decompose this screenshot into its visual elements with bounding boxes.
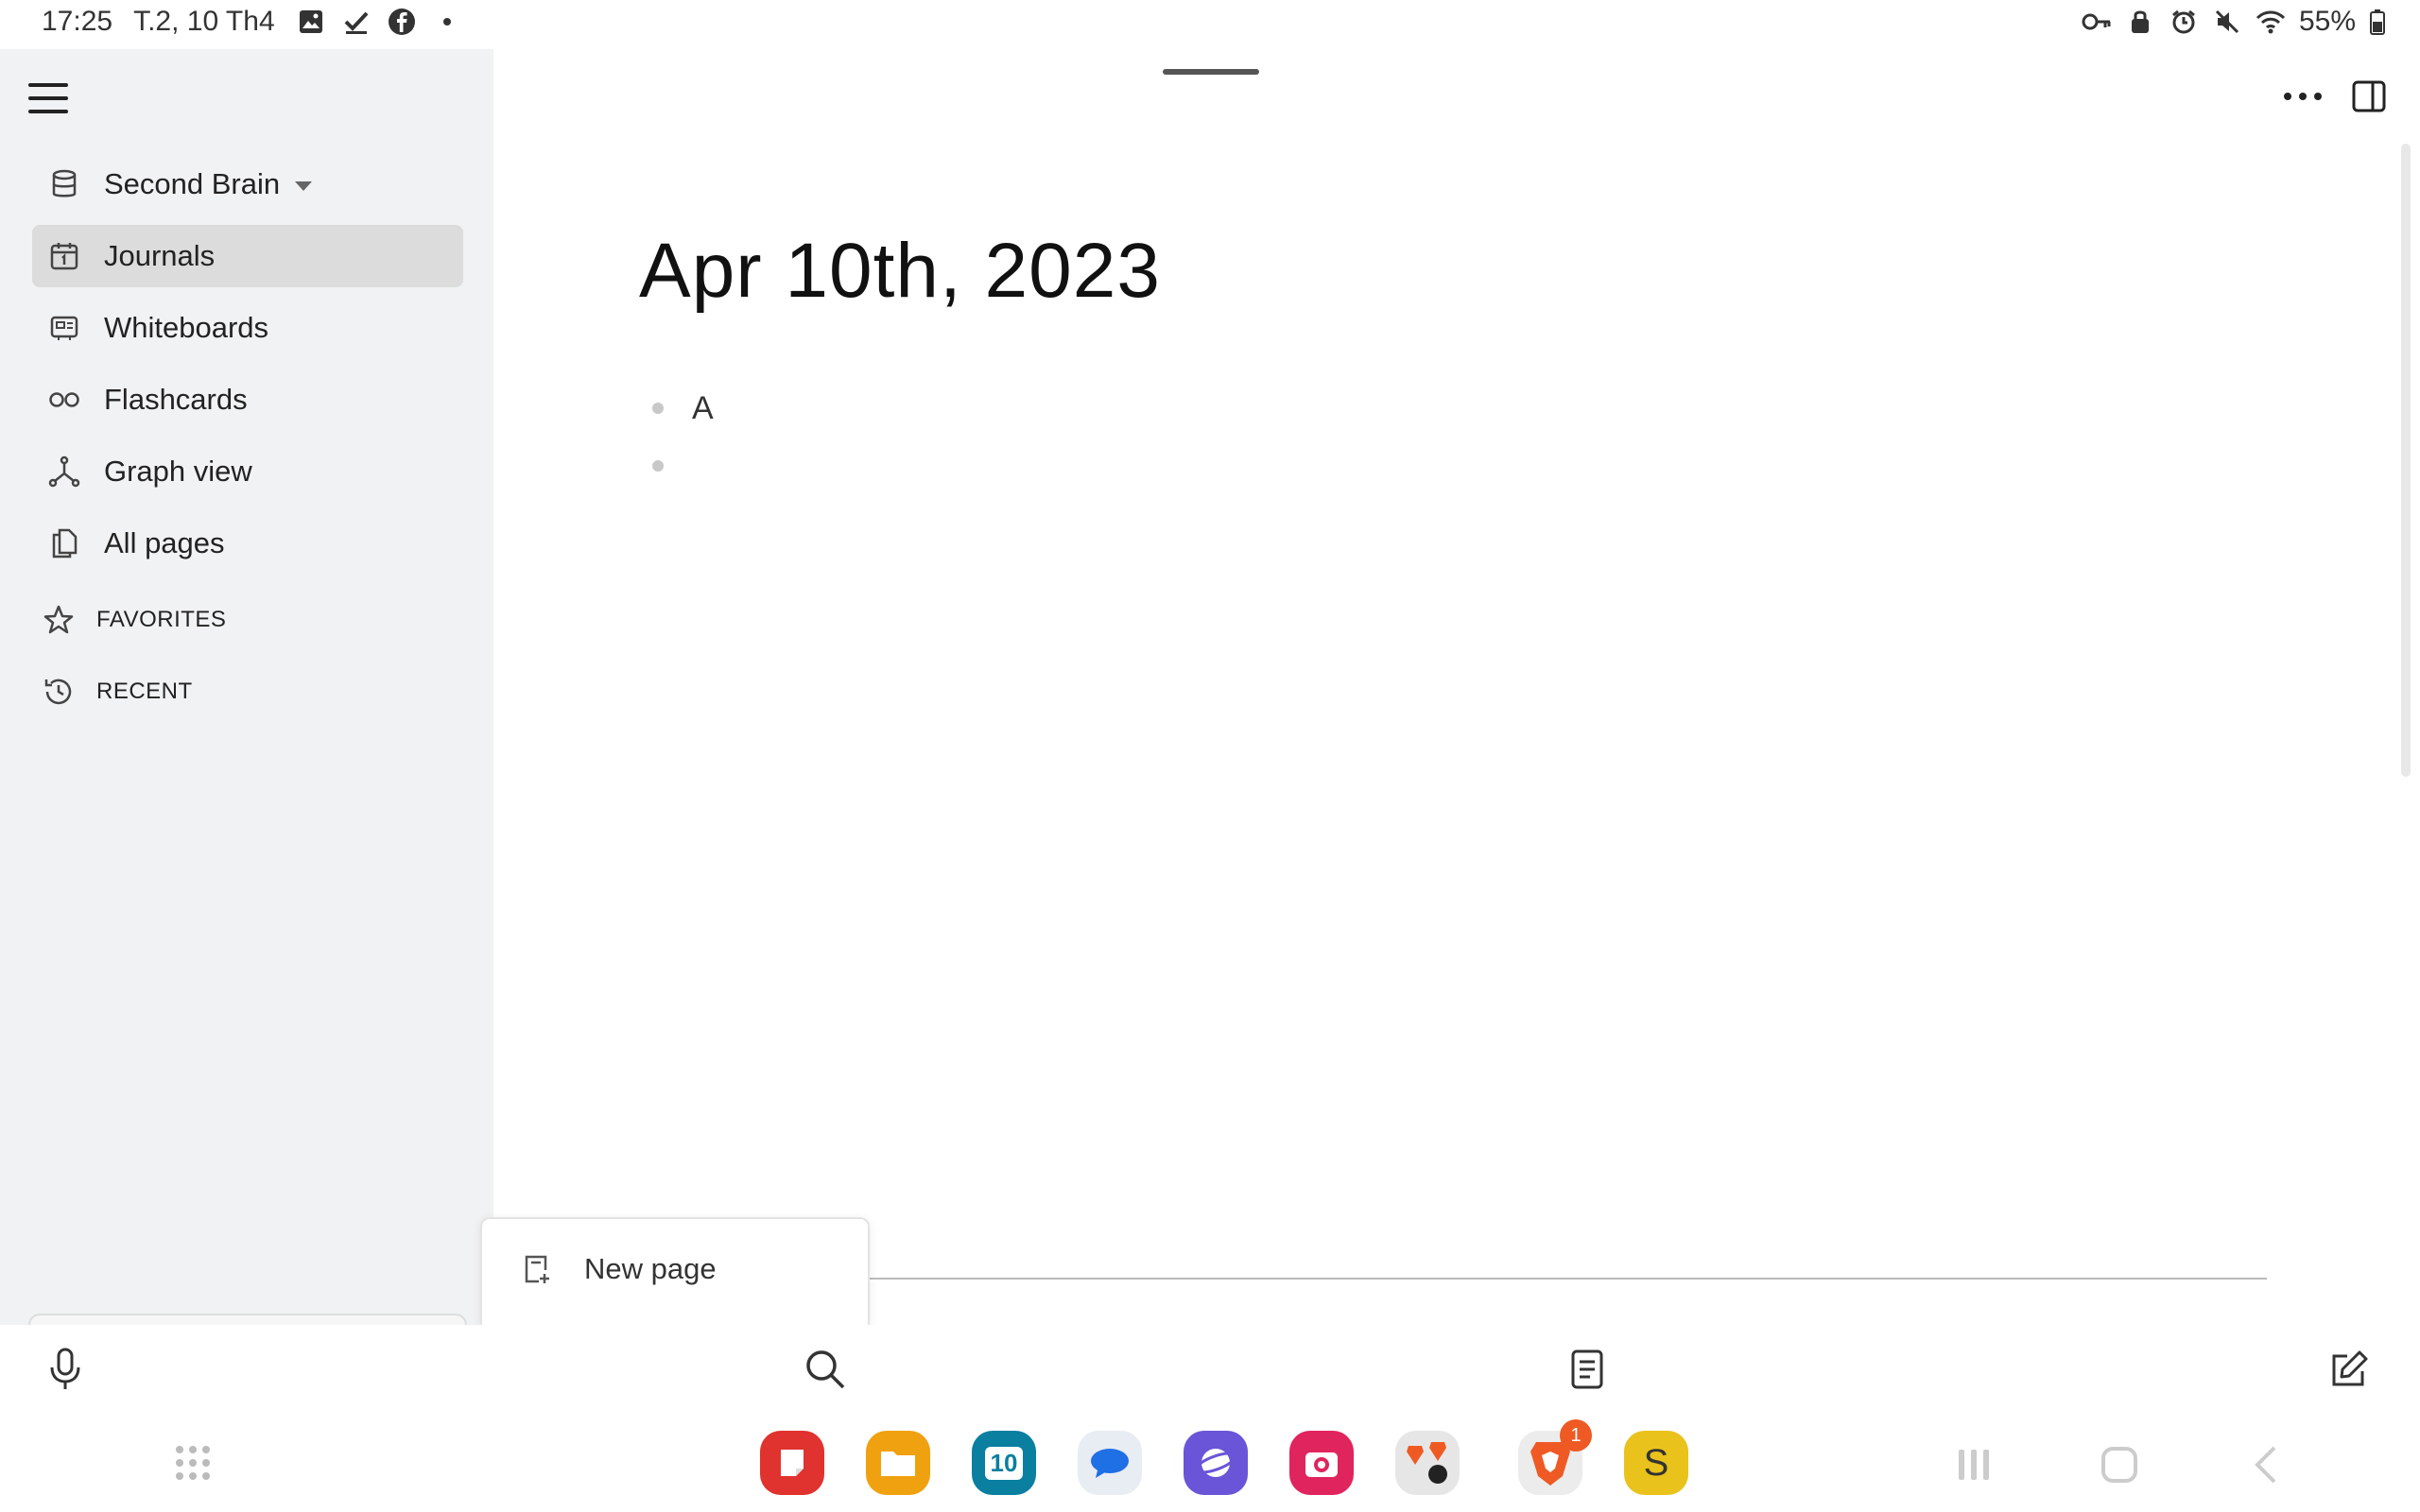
infinity-icon [47,383,81,417]
sidebar: Second Brain Journals Whiteboards Flashc… [0,49,493,1344]
sidebar-item-graph-view[interactable]: Graph view [32,440,463,503]
internet-app[interactable] [1184,1431,1248,1495]
document-icon[interactable] [1564,1346,1611,1393]
taskbar: 10 1 S [0,1416,2420,1512]
star-icon [42,603,76,637]
files-app[interactable] [866,1431,930,1495]
brave-app[interactable]: 1 [1518,1419,1592,1495]
dot-icon [432,7,462,37]
battery-icon [2369,7,2386,37]
more-options-button[interactable] [2280,77,2325,115]
graph-name: Second Brain [104,167,281,200]
search-icon[interactable] [802,1346,849,1393]
sidebar-item-all-pages[interactable]: All pages [32,512,463,575]
bullet-icon[interactable] [652,460,664,472]
section-label: RECENT [96,679,193,704]
menu-toggle-button[interactable] [26,79,70,117]
sidebar-section-favorites[interactable]: FAVORITES [32,584,463,656]
drag-handle[interactable] [1163,69,1259,75]
right-sidebar-toggle-button[interactable] [2350,77,2388,115]
microphone-icon[interactable] [42,1346,89,1393]
sidebar-item-label: Journals [104,239,216,272]
sidebar-item-label: All pages [104,526,225,559]
s-app[interactable]: S [1624,1431,1688,1495]
history-icon [42,675,76,709]
clock: 17:25 [42,6,113,37]
menu-item-clipped[interactable] [482,1306,868,1327]
back-icon[interactable] [2246,1444,2288,1486]
pages-icon [47,526,81,560]
lock-icon [2125,7,2155,37]
graph-selector[interactable]: Second Brain [32,153,463,215]
block[interactable]: A [652,390,714,426]
messages-app[interactable] [1078,1431,1142,1495]
sidebar-item-whiteboards[interactable]: Whiteboards [32,297,463,359]
section-label: FAVORITES [96,607,227,632]
bottom-toolbar [0,1325,2420,1416]
app-drawer-icon[interactable] [172,1442,214,1484]
menu-item-label: New page [584,1252,717,1285]
check-icon [341,7,372,37]
new-menu-popup: New page [480,1217,870,1327]
home-icon[interactable] [2099,1444,2140,1486]
sidebar-item-label: Graph view [104,455,252,488]
facebook-icon [387,7,417,37]
calendar-app-label: 10 [984,1446,1024,1480]
wifi-icon [2256,7,2286,37]
menu-item-new-page[interactable]: New page [482,1236,868,1302]
sidebar-section-recent[interactable]: RECENT [32,656,463,728]
sidebar-item-label: Whiteboards [104,311,269,344]
calendar-icon [47,239,81,273]
divider [866,1278,2267,1280]
date: T.2, 10 Th4 [133,6,275,37]
bullet-icon[interactable] [652,403,664,414]
recents-icon[interactable] [1953,1444,1995,1486]
gallery-icon [296,7,326,37]
edit-icon[interactable] [2325,1346,2373,1393]
whiteboard-icon [47,311,81,345]
calendar-app[interactable]: 10 [972,1431,1036,1495]
sidebar-nav: Second Brain Journals Whiteboards Flashc… [32,153,463,728]
s-app-label: S [1643,1441,1669,1484]
brave-folder-app[interactable] [1395,1431,1460,1495]
graph-icon [47,455,81,489]
camera-app[interactable] [1289,1431,1354,1495]
sidebar-item-flashcards[interactable]: Flashcards [32,369,463,431]
notes-app[interactable] [760,1431,824,1495]
scrollbar[interactable] [2401,144,2411,777]
sidebar-item-journals[interactable]: Journals [32,225,463,287]
new-page-icon [520,1253,552,1285]
alarm-icon [2169,7,2199,37]
block-text[interactable]: A [692,390,714,427]
block[interactable] [652,460,664,472]
battery-percent: 55% [2298,6,2356,37]
key-icon [2082,7,2112,37]
caret-down-icon [295,180,313,191]
page-title[interactable]: Apr 10th, 2023 [639,227,1161,316]
database-icon [47,167,81,201]
sidebar-item-label: Flashcards [104,383,248,416]
notification-badge: 1 [1560,1419,1592,1452]
mute-icon [2212,7,2242,37]
status-bar: 17:25 T.2, 10 Th4 55% [0,0,2420,49]
